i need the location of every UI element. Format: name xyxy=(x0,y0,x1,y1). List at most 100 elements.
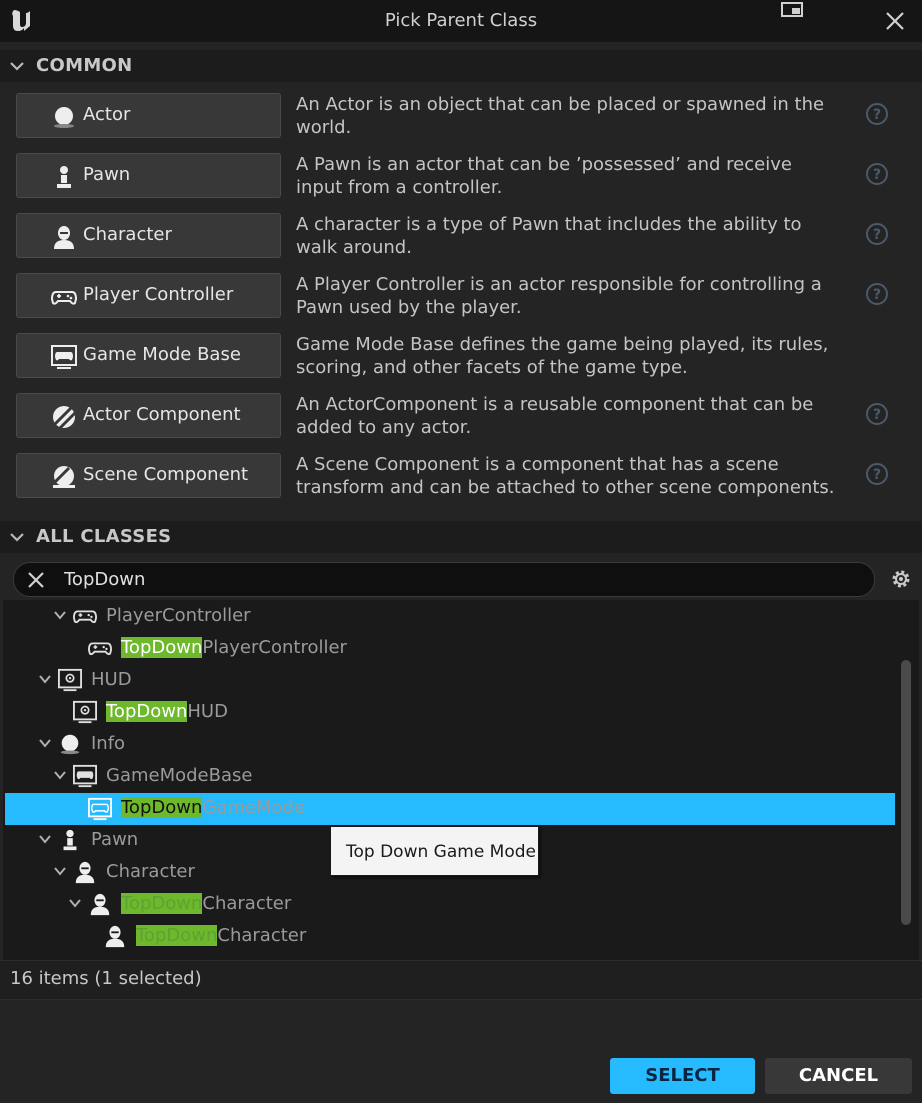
tree-row[interactable]: GameModeBase xyxy=(3,760,919,792)
common-section-header[interactable]: COMMON xyxy=(0,50,922,82)
tree-row[interactable]: HUD xyxy=(3,664,919,696)
help-icon[interactable]: ? xyxy=(865,402,889,426)
actor-button[interactable]: Actor xyxy=(16,93,281,138)
window-mode-icon[interactable] xyxy=(781,2,805,18)
scene-component-icon xyxy=(53,466,75,488)
common-class-list: Actor An Actor is an object that can be … xyxy=(0,86,922,506)
tree-row-label: Info xyxy=(91,733,126,754)
chevron-down-icon xyxy=(10,62,24,71)
character-icon xyxy=(54,226,74,249)
chevron-down-icon[interactable] xyxy=(53,610,67,620)
actor-component-button-label: Actor Component xyxy=(83,404,241,425)
title-bar: Pick Parent Class xyxy=(0,0,922,42)
tooltip-text: Top Down Game Mode xyxy=(346,842,536,862)
hud-icon xyxy=(58,668,82,692)
game-mode-icon xyxy=(51,345,77,369)
help-icon[interactable]: ? xyxy=(865,282,889,306)
help-icon[interactable]: ? xyxy=(865,222,889,246)
tree-row-label: TopDownHUD xyxy=(106,701,228,722)
tree-row-label: TopDownGameMode xyxy=(121,797,306,818)
player-controller-button[interactable]: Player Controller xyxy=(16,273,281,318)
player-controller-description: A Player Controller is an actor responsi… xyxy=(296,274,822,318)
chevron-down-icon[interactable] xyxy=(38,674,52,684)
chevron-down-icon[interactable] xyxy=(53,866,67,876)
actor-component-button[interactable]: Actor Component xyxy=(16,393,281,438)
tree-row-label: PlayerController xyxy=(106,605,251,626)
help-icon[interactable]: ? xyxy=(865,462,889,486)
tree-row-label: GameModeBase xyxy=(106,765,253,786)
tree-row[interactable]: TopDownCharacter xyxy=(3,888,919,920)
common-row-actor-component: Actor Component An ActorComponent is a r… xyxy=(0,386,922,446)
tooltip: Top Down Game Mode xyxy=(330,826,539,876)
tree-scrollbar[interactable] xyxy=(901,660,911,925)
chevron-down-icon[interactable] xyxy=(38,738,52,748)
info-sphere-icon xyxy=(60,734,80,755)
pawn-button-label: Pawn xyxy=(83,164,131,185)
all-classes-section-label: ALL CLASSES xyxy=(36,526,172,547)
help-icon[interactable]: ? xyxy=(865,102,889,126)
svg-text:?: ? xyxy=(873,227,881,243)
pawn-button[interactable]: Pawn xyxy=(16,153,281,198)
close-icon[interactable] xyxy=(884,10,906,32)
tree-row[interactable]: Info xyxy=(3,728,919,760)
tree-row-label: TopDownCharacter xyxy=(121,893,292,914)
chevron-down-icon[interactable] xyxy=(38,834,52,844)
actor-button-label: Actor xyxy=(83,104,131,125)
gear-icon[interactable] xyxy=(889,567,913,591)
tree-row-label: HUD xyxy=(91,669,132,690)
tree-row-selected[interactable]: TopDownGameMode xyxy=(5,793,895,825)
tree-row-label: TopDownCharacter xyxy=(136,925,307,946)
common-row-character: Character A character is a type of Pawn … xyxy=(0,206,922,266)
actor-sphere-icon xyxy=(54,107,74,128)
clear-search-icon[interactable] xyxy=(26,570,46,590)
chevron-down-icon xyxy=(10,533,24,542)
actor-component-icon xyxy=(53,406,77,430)
svg-text:?: ? xyxy=(873,167,881,183)
common-row-player-controller: Player Controller A Player Controller is… xyxy=(0,266,922,326)
common-row-scene-component: Scene Component A Scene Component is a c… xyxy=(0,446,922,506)
tree-row-label: Pawn xyxy=(91,829,139,850)
common-row-pawn: Pawn A Pawn is an actor that can be ’pos… xyxy=(0,146,922,206)
character-icon xyxy=(105,925,125,948)
scene-component-description: A Scene Component is a component that ha… xyxy=(296,454,835,498)
tree-row[interactable]: TopDownPlayerController xyxy=(3,632,919,664)
svg-text:?: ? xyxy=(873,107,881,123)
all-classes-section-header[interactable]: ALL CLASSES xyxy=(0,521,922,553)
chevron-down-icon[interactable] xyxy=(68,898,82,908)
game-mode-icon xyxy=(88,797,112,821)
tree-row[interactable]: TopDownHUD xyxy=(3,696,919,728)
tree-row-label: Character xyxy=(106,861,195,882)
class-search-input[interactable] xyxy=(64,566,844,593)
svg-text:?: ? xyxy=(873,287,881,303)
scene-component-button[interactable]: Scene Component xyxy=(16,453,281,498)
pawn-icon xyxy=(57,166,71,188)
player-controller-button-label: Player Controller xyxy=(83,284,234,305)
cancel-button[interactable]: CANCEL xyxy=(765,1058,912,1094)
actor-component-description: An ActorComponent is a reusable componen… xyxy=(296,394,814,438)
game-mode-icon xyxy=(73,764,97,788)
tree-row[interactable]: PlayerController xyxy=(3,600,919,632)
class-tree: PlayerController TopDownPlayerController… xyxy=(3,600,919,960)
character-icon xyxy=(90,893,110,916)
class-search-box xyxy=(13,562,875,597)
character-description: A character is a type of Pawn that inclu… xyxy=(296,214,802,258)
select-button[interactable]: SELECT xyxy=(610,1058,755,1094)
gamepad-icon xyxy=(51,291,77,305)
help-icon[interactable]: ? xyxy=(865,162,889,186)
game-mode-base-button[interactable]: Game Mode Base xyxy=(16,333,281,378)
scene-component-button-label: Scene Component xyxy=(83,464,249,485)
common-section-label: COMMON xyxy=(36,55,133,76)
tree-row[interactable]: TopDownCharacter xyxy=(3,920,919,952)
actor-description: An Actor is an object that can be placed… xyxy=(296,94,825,138)
game-mode-base-button-label: Game Mode Base xyxy=(83,344,241,365)
chevron-down-icon[interactable] xyxy=(53,770,67,780)
pawn-icon xyxy=(63,829,77,851)
gamepad-icon xyxy=(88,642,112,656)
tree-row-label: TopDownPlayerController xyxy=(121,637,347,658)
svg-text:?: ? xyxy=(873,407,881,423)
character-button[interactable]: Character xyxy=(16,213,281,258)
svg-text:?: ? xyxy=(873,467,881,483)
gamepad-icon xyxy=(73,610,97,624)
pawn-description: A Pawn is an actor that can be ’possesse… xyxy=(296,154,792,198)
common-row-game-mode-base: Game Mode Base Game Mode Base defines th… xyxy=(0,326,922,386)
